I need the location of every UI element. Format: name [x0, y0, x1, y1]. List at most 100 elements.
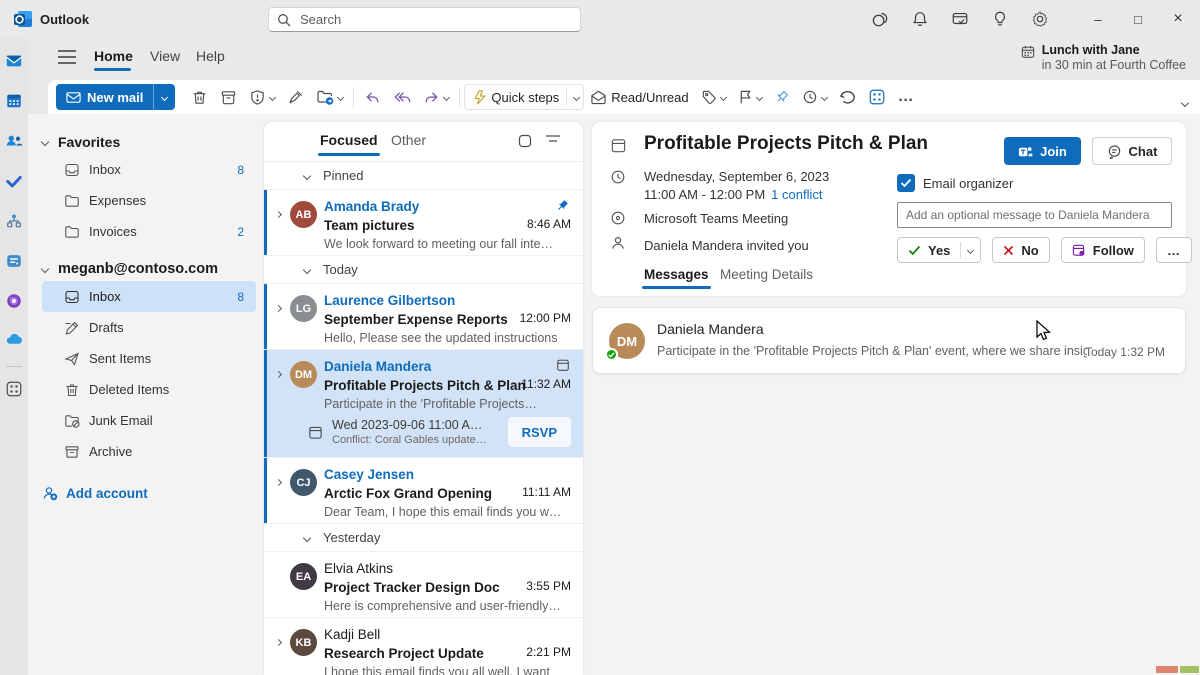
- pin-button[interactable]: [768, 84, 796, 110]
- optional-message-input[interactable]: [897, 202, 1172, 228]
- meet-now-icon[interactable]: [865, 8, 895, 30]
- trash-icon: [64, 382, 80, 398]
- read-unread-button[interactable]: Read/Unread: [584, 84, 694, 110]
- apps-button[interactable]: [862, 84, 892, 110]
- search-box[interactable]: [268, 7, 581, 32]
- collapse-ribbon-chevron[interactable]: [1180, 93, 1190, 111]
- filter-icon[interactable]: [545, 133, 561, 147]
- hamburger-menu-icon[interactable]: [58, 50, 76, 64]
- tips-lightbulb-icon[interactable]: [985, 8, 1015, 30]
- message-row-casey-jensen[interactable]: CJ Casey Jensen Arctic Fox Grand Opening…: [264, 458, 583, 524]
- forward-dropdown-chevron[interactable]: [443, 93, 451, 101]
- search-input[interactable]: [298, 11, 572, 28]
- message-row-daniela-mandera-selected[interactable]: DM Daniela Mandera Profitable Projects P…: [264, 350, 583, 458]
- favorite-inbox[interactable]: Inbox 8: [42, 154, 256, 185]
- expand-chevron-icon[interactable]: [274, 298, 283, 316]
- rsvp-button[interactable]: RSVP: [507, 417, 571, 447]
- rsvp-no-button[interactable]: No: [992, 237, 1050, 263]
- unread-count-badge: 2: [237, 224, 244, 239]
- quick-steps-dropdown-chevron[interactable]: [573, 93, 581, 101]
- report-button[interactable]: [243, 84, 281, 110]
- follow-button[interactable]: Follow: [1060, 237, 1145, 263]
- move-to-button[interactable]: [310, 84, 349, 110]
- chat-button[interactable]: Chat: [1092, 137, 1172, 165]
- categorize-tag-button[interactable]: [695, 84, 732, 110]
- undo-button[interactable]: [833, 84, 862, 110]
- reply-button[interactable]: [358, 84, 387, 110]
- message-sender: Daniela Mandera: [657, 321, 764, 337]
- more-apps-icon[interactable]: [5, 380, 23, 398]
- message-row-kadji-bell[interactable]: KB Kadji Bell Research Project Update I …: [264, 618, 583, 675]
- people-icon[interactable]: [5, 132, 23, 150]
- mail-icon[interactable]: [5, 52, 23, 70]
- sweep-button[interactable]: [281, 84, 310, 110]
- conversation-message-card[interactable]: DM Daniela Mandera Participate in the 'P…: [592, 307, 1186, 374]
- delete-button[interactable]: [185, 84, 214, 110]
- folder-junk-email[interactable]: Junk Email: [42, 405, 256, 436]
- rsvp-more-button[interactable]: …: [1155, 237, 1192, 263]
- calendar-icon[interactable]: [5, 92, 23, 110]
- feedback-icon[interactable]: [945, 8, 975, 30]
- group-header-today[interactable]: Today: [264, 256, 583, 284]
- new-mail-button[interactable]: New mail: [56, 84, 176, 110]
- add-account-button[interactable]: Add account: [42, 481, 264, 505]
- email-organizer-checkbox[interactable]: Email organizer: [897, 174, 1013, 192]
- quick-steps-button[interactable]: Quick steps: [464, 84, 585, 110]
- favorite-invoices[interactable]: Invoices 2: [42, 216, 256, 247]
- tab-meeting-details[interactable]: Meeting Details: [720, 267, 813, 282]
- message-row-elvia-atkins[interactable]: EA Elvia Atkins Project Tracker Design D…: [264, 552, 583, 618]
- more-options-button[interactable]: …: [892, 84, 921, 110]
- org-explorer-icon[interactable]: [5, 212, 23, 230]
- tab-view[interactable]: View: [150, 48, 180, 64]
- snooze-dropdown-chevron[interactable]: [820, 93, 828, 101]
- folder-archive[interactable]: Archive: [42, 436, 256, 467]
- flag-dropdown-chevron[interactable]: [755, 93, 763, 101]
- close-button[interactable]: ×: [1161, 5, 1195, 33]
- settings-gear-icon[interactable]: [1025, 8, 1055, 30]
- tab-focused[interactable]: Focused: [318, 132, 380, 156]
- report-dropdown-chevron[interactable]: [269, 93, 277, 101]
- todo-icon[interactable]: [5, 172, 23, 190]
- group-header-pinned[interactable]: Pinned: [264, 162, 583, 190]
- notes-card-icon[interactable]: [5, 252, 23, 270]
- maximize-button[interactable]: □: [1121, 5, 1155, 33]
- favorites-section-header[interactable]: Favorites: [40, 130, 264, 154]
- minimize-button[interactable]: –: [1081, 5, 1115, 33]
- tab-messages[interactable]: Messages: [642, 267, 711, 289]
- folder-deleted-items[interactable]: Deleted Items: [42, 374, 256, 405]
- event-reminder[interactable]: Lunch with Jane in 30 min at Fourth Coff…: [1021, 43, 1186, 72]
- conflict-link[interactable]: 1 conflict: [771, 187, 822, 202]
- notifications-bell-icon[interactable]: [905, 8, 935, 30]
- flag-button[interactable]: [732, 84, 768, 110]
- move-to-dropdown-chevron[interactable]: [337, 93, 345, 101]
- tab-other[interactable]: Other: [391, 132, 426, 148]
- tab-home[interactable]: Home: [94, 48, 133, 71]
- message-sender: Laurence Gilbertson: [324, 293, 456, 308]
- expand-chevron-icon[interactable]: [274, 472, 283, 490]
- reply-all-button[interactable]: [387, 84, 417, 110]
- onedrive-icon[interactable]: [5, 330, 23, 348]
- folder-sent-items[interactable]: Sent Items: [42, 343, 256, 374]
- folder-drafts[interactable]: Drafts: [42, 312, 256, 343]
- select-messages-icon[interactable]: [517, 133, 533, 149]
- yes-dropdown-chevron[interactable]: [961, 246, 980, 254]
- categorize-dropdown-chevron[interactable]: [719, 93, 727, 101]
- message-row-laurence-gilbertson[interactable]: LG Laurence Gilbertson September Expense…: [264, 284, 583, 350]
- account-section-header[interactable]: meganb@contoso.com: [40, 257, 264, 281]
- new-mail-dropdown[interactable]: [153, 84, 176, 110]
- archive-button[interactable]: [214, 84, 243, 110]
- checkbox-checked-icon[interactable]: [897, 174, 915, 192]
- message-row-amanda-brady[interactable]: AB Amanda Brady Team pictures We look fo…: [264, 190, 583, 256]
- favorite-expenses[interactable]: Expenses: [42, 185, 256, 216]
- expand-chevron-icon[interactable]: [274, 204, 283, 222]
- tab-help[interactable]: Help: [196, 48, 225, 64]
- loop-icon[interactable]: [5, 292, 23, 310]
- rsvp-yes-button[interactable]: Yes: [897, 237, 982, 263]
- join-button[interactable]: Join: [1004, 137, 1081, 165]
- folder-inbox[interactable]: Inbox 8: [42, 281, 256, 312]
- expand-chevron-icon[interactable]: [274, 364, 283, 382]
- forward-button[interactable]: [417, 84, 455, 110]
- snooze-button[interactable]: [796, 84, 833, 110]
- group-header-yesterday[interactable]: Yesterday: [264, 524, 583, 552]
- expand-chevron-icon[interactable]: [274, 632, 283, 650]
